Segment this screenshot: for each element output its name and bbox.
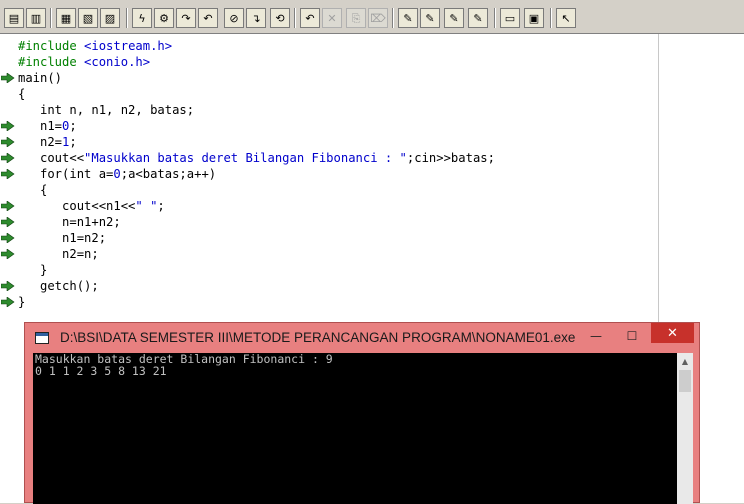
console-output-line-2: 0 1 1 2 3 5 8 13 21: [35, 364, 167, 378]
save-all-button[interactable]: ▧: [78, 8, 98, 28]
run-button[interactable]: ⊘: [224, 8, 244, 28]
copy-icon: ⎘: [351, 11, 361, 25]
go-to-cursor-button[interactable]: ↴: [246, 8, 266, 28]
execution-point-arrow-icon[interactable]: [1, 201, 15, 211]
code-line[interactable]: {: [18, 182, 47, 198]
code-line[interactable]: }: [18, 294, 25, 310]
trace-into-button[interactable]: ↶: [198, 8, 218, 28]
trace-into-icon: ↶: [203, 11, 213, 25]
replace-icon: ✎: [425, 11, 435, 25]
help-button[interactable]: ↖: [556, 8, 576, 28]
execution-point-arrow-icon[interactable]: [1, 233, 15, 243]
code-line[interactable]: getch();: [18, 278, 99, 294]
execution-point-arrow-icon[interactable]: [1, 73, 15, 83]
execution-point-arrow-icon[interactable]: [1, 297, 15, 307]
find-in-files-button[interactable]: ✎: [468, 8, 488, 28]
toolbar-separator: [494, 8, 496, 28]
toolbar-separator: [294, 8, 296, 28]
undo-button[interactable]: ↶: [300, 8, 320, 28]
step-over-button[interactable]: ↷: [176, 8, 196, 28]
compile-button[interactable]: ϟ: [132, 8, 152, 28]
new-file-button[interactable]: ▤: [4, 8, 24, 28]
make-icon: ⚙: [159, 11, 169, 25]
search-again-icon: ✎: [449, 11, 459, 25]
code-line[interactable]: cout<<"Masukkan batas deret Bilangan Fib…: [18, 150, 495, 166]
console-output-area[interactable]: Masukkan batas deret Bilangan Fibonanci …: [33, 353, 693, 504]
console-titlebar[interactable]: D:\BSI\DATA SEMESTER III\METODE PERANCAN…: [25, 323, 699, 353]
maximize-button[interactable]: ☐: [619, 327, 645, 345]
code-line[interactable]: int n, n1, n2, batas;: [18, 102, 194, 118]
save-all-icon: ▧: [82, 11, 94, 25]
code-line[interactable]: n=n1+n2;: [18, 214, 121, 230]
open-file-button[interactable]: ▥: [26, 8, 46, 28]
toolbar-separator: [392, 8, 394, 28]
window-list-button[interactable]: ▭: [500, 8, 520, 28]
code-line[interactable]: #include <conio.h>: [18, 54, 150, 70]
copy-button[interactable]: ⎘: [346, 8, 366, 28]
paste-icon: ⌦: [370, 11, 386, 25]
console-window[interactable]: D:\BSI\DATA SEMESTER III\METODE PERANCAN…: [24, 322, 700, 504]
code-line[interactable]: n1=0;: [18, 118, 77, 134]
code-line[interactable]: main(): [18, 70, 62, 86]
execution-point-arrow-icon[interactable]: [1, 137, 15, 147]
run-icon: ⊘: [229, 11, 239, 25]
program-reset-icon: ⟲: [275, 11, 285, 25]
new-file-icon: ▤: [8, 11, 20, 25]
step-over-icon: ↷: [181, 11, 191, 25]
find-in-files-icon: ✎: [473, 11, 483, 25]
console-scrollbar[interactable]: ▲: [677, 353, 693, 504]
code-line[interactable]: n1=n2;: [18, 230, 106, 246]
console-title: D:\BSI\DATA SEMESTER III\METODE PERANCAN…: [60, 330, 576, 345]
console-app-icon: [35, 332, 49, 344]
program-reset-button[interactable]: ⟲: [270, 8, 290, 28]
tile-windows-icon: ▣: [528, 11, 540, 25]
toolbar-separator: [50, 8, 52, 28]
execution-point-arrow-icon[interactable]: [1, 153, 15, 163]
save-file-button[interactable]: ▦: [56, 8, 76, 28]
scroll-up-arrow-icon[interactable]: ▲: [677, 353, 693, 369]
paste-button[interactable]: ⌦: [368, 8, 388, 28]
go-to-cursor-icon: ↴: [251, 11, 261, 25]
execution-point-arrow-icon[interactable]: [1, 169, 15, 179]
code-line[interactable]: n2=1;: [18, 134, 77, 150]
find-button[interactable]: ✎: [398, 8, 418, 28]
cut-icon: ✕: [327, 11, 337, 25]
execution-point-arrow-icon[interactable]: [1, 249, 15, 259]
replace-button[interactable]: ✎: [420, 8, 440, 28]
execution-point-arrow-icon[interactable]: [1, 281, 15, 291]
open-file-icon: ▥: [30, 11, 42, 25]
compile-icon: ϟ: [138, 11, 146, 25]
undo-icon: ↶: [305, 11, 315, 25]
minimize-button[interactable]: —: [583, 327, 609, 345]
breakpoint-gutter[interactable]: [0, 34, 15, 503]
cut-button[interactable]: ✕: [322, 8, 342, 28]
close-button[interactable]: ✕: [651, 323, 694, 343]
scrollbar-thumb[interactable]: [679, 370, 691, 392]
code-line[interactable]: n2=n;: [18, 246, 99, 262]
toolbar: ▤ ▥ ▦ ▧ ▨ ϟ ⚙ ↷ ↶ ⊘ ↴ ⟲ ↶ ✕ ⎘ ⌦ ✎ ✎ ✎ ✎ ▭ ▣ ↖: [0, 0, 744, 34]
code-line[interactable]: for(int a=0;a<batas;a++): [18, 166, 216, 182]
execution-point-arrow-icon[interactable]: [1, 217, 15, 227]
make-button[interactable]: ⚙: [154, 8, 174, 28]
help-icon: ↖: [561, 11, 571, 25]
tile-windows-button[interactable]: ▣: [524, 8, 544, 28]
print-button[interactable]: ▨: [100, 8, 120, 28]
toolbar-separator: [550, 8, 552, 28]
window-list-icon: ▭: [504, 11, 516, 25]
code-line[interactable]: cout<<n1<<" ";: [18, 198, 165, 214]
find-icon: ✎: [403, 11, 413, 25]
code-line[interactable]: #include <iostream.h>: [18, 38, 172, 54]
print-icon: ▨: [104, 11, 116, 25]
execution-point-arrow-icon[interactable]: [1, 121, 15, 131]
toolbar-separator: [126, 8, 128, 28]
save-file-icon: ▦: [60, 11, 72, 25]
code-line[interactable]: }: [18, 262, 47, 278]
search-again-button[interactable]: ✎: [444, 8, 464, 28]
code-line[interactable]: {: [18, 86, 25, 102]
